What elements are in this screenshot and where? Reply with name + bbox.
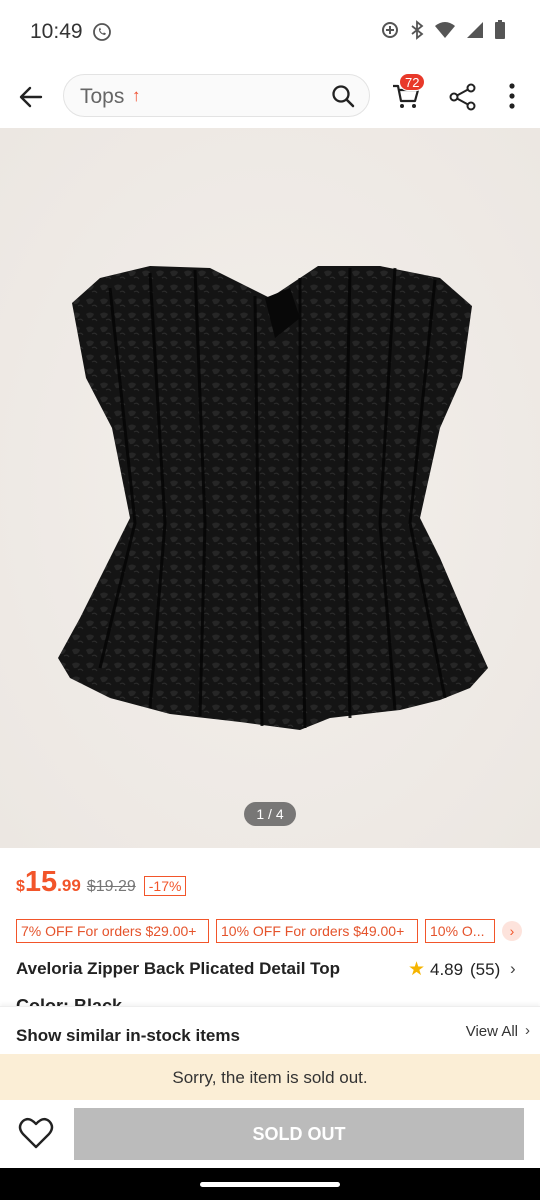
review-count[interactable]: (55) <box>470 960 500 980</box>
system-nav-bar <box>0 1168 540 1200</box>
status-bar: 10:49 <box>0 0 540 64</box>
similar-items-label: Show similar in-stock items <box>16 1026 240 1045</box>
back-arrow-icon[interactable] <box>16 82 46 112</box>
sold-out-message: Sorry, the item is sold out. <box>172 1068 368 1087</box>
share-icon[interactable] <box>448 82 478 112</box>
bluetooth-icon <box>410 20 424 45</box>
search-text: Tops <box>80 85 125 108</box>
coupon-tag[interactable]: 10% O... <box>425 919 495 943</box>
heart-icon[interactable] <box>18 1116 54 1150</box>
view-all-link[interactable]: View All <box>466 1023 518 1040</box>
search-input[interactable]: Tops ↑ <box>63 74 370 117</box>
chevron-right-icon[interactable]: › <box>510 959 516 979</box>
coupon-tag[interactable]: 7% OFF For orders $29.00+ <box>16 919 209 943</box>
similar-items-bar[interactable]: Show similar in-stock items View All › <box>0 1006 540 1054</box>
action-bar: SOLD OUT <box>0 1100 540 1168</box>
sold-out-banner: Sorry, the item is sold out. <box>0 1054 540 1100</box>
arrow-up-icon: ↑ <box>132 86 141 105</box>
discount-badge: -17% <box>143 876 187 896</box>
whatsapp-icon <box>92 22 112 47</box>
price-row: $ 15 .99 $19.29 -17% <box>16 866 187 898</box>
price-currency: $ <box>16 878 25 895</box>
product-photo <box>0 128 540 848</box>
home-indicator[interactable] <box>200 1182 340 1187</box>
rating-value[interactable]: 4.89 <box>430 960 463 980</box>
signal-icon <box>466 21 484 44</box>
price-decimal: .99 <box>57 876 81 895</box>
chevron-right-icon[interactable]: › <box>525 1022 530 1039</box>
sold-out-button[interactable]: SOLD OUT <box>74 1108 524 1160</box>
star-icon: ★ <box>408 959 426 980</box>
price-integer: 15 <box>24 866 58 898</box>
search-icon[interactable] <box>331 84 355 108</box>
coupon-row: 7% OFF For orders $29.00+ 10% OFF For or… <box>16 919 526 943</box>
chevron-right-icon[interactable]: › <box>502 921 522 941</box>
top-nav: Tops ↑ 72 <box>0 64 540 128</box>
product-gallery[interactable]: 1 / 4 <box>0 128 540 848</box>
more-vert-icon[interactable] <box>502 81 522 111</box>
status-time: 10:49 <box>30 20 83 43</box>
cart-count-badge: 72 <box>399 73 426 91</box>
data-saver-icon <box>380 20 400 45</box>
product-title: Aveloria Zipper Back Plicated Detail Top <box>16 959 341 978</box>
product-title-row: Aveloria Zipper Back Plicated Detail Top… <box>16 956 526 982</box>
original-price: $19.29 <box>86 878 136 895</box>
status-icons <box>380 20 506 45</box>
wifi-icon <box>434 21 456 44</box>
gallery-page-indicator: 1 / 4 <box>244 802 296 826</box>
coupon-tag[interactable]: 10% OFF For orders $49.00+ <box>216 919 418 943</box>
battery-icon <box>494 20 506 45</box>
